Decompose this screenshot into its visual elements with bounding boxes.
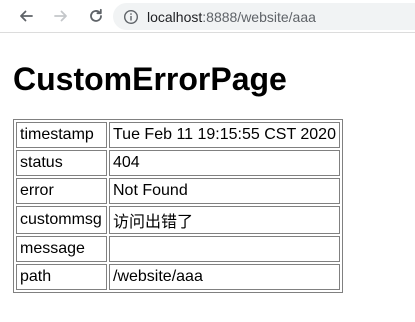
back-button[interactable] <box>16 6 36 26</box>
url-text[interactable]: localhost:8888/website/aaa <box>147 9 316 25</box>
row-key: path <box>16 264 107 290</box>
row-key: status <box>16 150 107 176</box>
page-title: CustomErrorPage <box>13 61 287 97</box>
forward-button[interactable] <box>51 6 71 26</box>
row-value: /website/aaa <box>109 264 340 290</box>
row-value: 404 <box>109 150 340 176</box>
row-value: Tue Feb 11 19:15:55 CST 2020 <box>109 122 340 148</box>
row-key: message <box>16 236 107 262</box>
url-host: localhost <box>147 8 203 25</box>
row-key: timestamp <box>16 122 107 148</box>
table-row: error Not Found <box>16 178 340 204</box>
arrow-left-icon <box>18 8 34 24</box>
table-row: custommsg 访问出错了 <box>16 206 340 234</box>
row-value <box>109 236 340 262</box>
row-key: custommsg <box>16 206 107 234</box>
row-value: 访问出错了 <box>109 206 340 234</box>
arrow-right-icon <box>53 8 69 24</box>
error-table: timestamp Tue Feb 11 19:15:55 CST 2020 sta… <box>13 119 343 293</box>
page-content: CustomErrorPage timestamp Tue Feb 11 19:1… <box>0 61 415 293</box>
browser-toolbar: localhost:8888/website/aaa <box>0 0 415 33</box>
info-icon[interactable] <box>123 9 139 25</box>
table-row: message <box>16 236 340 262</box>
table-row: path/website/aaa <box>16 264 340 290</box>
reload-icon <box>88 8 104 24</box>
row-value: Not Found <box>109 178 340 204</box>
url-path: :8888/website/aaa <box>202 8 316 25</box>
table-row: status 404 <box>16 150 340 176</box>
reload-button[interactable] <box>86 6 106 26</box>
table-row: timestamp Tue Feb 11 19:15:55 CST 2020 <box>16 122 340 148</box>
row-key: error <box>16 178 107 204</box>
address-bar[interactable]: localhost:8888/website/aaa <box>113 3 415 30</box>
